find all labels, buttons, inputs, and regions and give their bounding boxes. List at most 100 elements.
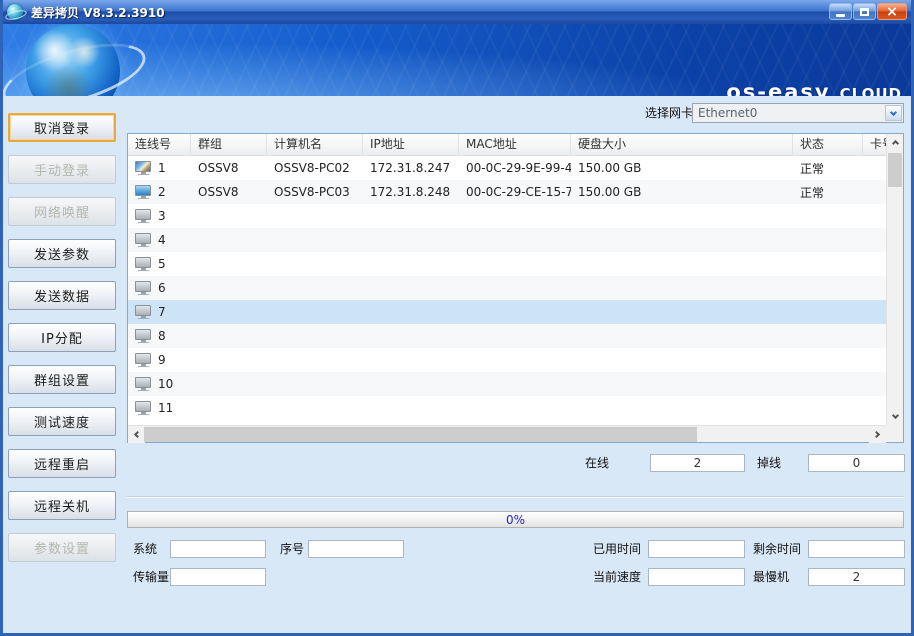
- cell-mac: [459, 372, 571, 396]
- cell-computer: [267, 252, 363, 276]
- serial-field[interactable]: [308, 540, 404, 558]
- scrollbar-corner: [886, 425, 903, 442]
- sidebar-button-10[interactable]: 远程关机: [8, 491, 116, 520]
- cell-mac: 00-0C-29-CE-15-79: [459, 180, 571, 204]
- dropdown-arrow-icon[interactable]: [885, 105, 902, 121]
- table-row-10[interactable]: 10: [128, 372, 886, 396]
- cell-disk: [571, 204, 793, 228]
- sidebar-button-4[interactable]: 发送参数: [8, 239, 116, 268]
- slowest-machine-field[interactable]: [808, 568, 905, 586]
- table-row-8[interactable]: 8: [128, 324, 886, 348]
- sidebar-button-3[interactable]: 网络唤醒: [8, 197, 116, 226]
- cell-mac: [459, 252, 571, 276]
- column-header-ip[interactable]: IP地址: [363, 134, 459, 155]
- nic-select[interactable]: Ethernet0: [692, 103, 904, 123]
- cell-status: [793, 204, 863, 228]
- cell-computer: OSSV8-PC02: [267, 156, 363, 180]
- cell-ip: [363, 228, 459, 252]
- computer-icon: [135, 329, 152, 343]
- table-row-2[interactable]: 2OSSV8OSSV8-PC03172.31.8.24800-0C-29-CE-…: [128, 180, 886, 204]
- sidebar-button-7[interactable]: 群组设置: [8, 365, 116, 394]
- cell-no: 3: [128, 204, 191, 228]
- horizontal-scrollbar[interactable]: [128, 425, 886, 442]
- table-row-9[interactable]: 9: [128, 348, 886, 372]
- sidebar-button-6[interactable]: IP分配: [8, 323, 116, 352]
- cell-card: [863, 372, 886, 396]
- title-bar[interactable]: 差异拷贝 V8.3.2.3910 ×: [0, 0, 914, 24]
- cell-card: [863, 252, 886, 276]
- table-row-1[interactable]: 1OSSV8OSSV8-PC02172.31.8.24700-0C-29-9E-…: [128, 156, 886, 180]
- cell-status: [793, 372, 863, 396]
- cell-disk: 150.00 GB: [571, 180, 793, 204]
- cell-group: [191, 372, 267, 396]
- sidebar-button-11[interactable]: 参数设置: [8, 533, 116, 562]
- cell-status: [793, 228, 863, 252]
- system-field[interactable]: [170, 540, 266, 558]
- cell-group: OSSV8: [191, 156, 267, 180]
- online-count-field[interactable]: [650, 454, 745, 472]
- table-row-4[interactable]: 4: [128, 228, 886, 252]
- cell-ip: [363, 324, 459, 348]
- brand-logo: os-easy CLOUD: [726, 80, 902, 96]
- computer-icon: [135, 353, 152, 367]
- cell-status: [793, 276, 863, 300]
- cell-card: [863, 228, 886, 252]
- sidebar-button-5[interactable]: 发送数据: [8, 281, 116, 310]
- table-row-3[interactable]: 3: [128, 204, 886, 228]
- maximize-icon: [860, 8, 869, 16]
- cell-card: [863, 180, 886, 204]
- table-row-6[interactable]: 6: [128, 276, 886, 300]
- sidebar-button-8[interactable]: 测试速度: [8, 407, 116, 436]
- column-header-disk[interactable]: 硬盘大小: [571, 134, 793, 155]
- scroll-left-button[interactable]: [128, 426, 145, 443]
- offline-label: 掉线: [757, 454, 781, 472]
- cell-group: [191, 228, 267, 252]
- cell-mac: 00-0C-29-9E-99-45: [459, 156, 571, 180]
- remaining-time-field[interactable]: [808, 540, 905, 558]
- current-speed-field[interactable]: [648, 568, 745, 586]
- column-header-computer[interactable]: 计算机名: [267, 134, 363, 155]
- column-header-group[interactable]: 群组: [191, 134, 267, 155]
- cell-mac: [459, 324, 571, 348]
- cell-computer: [267, 276, 363, 300]
- computer-icon: [135, 281, 152, 295]
- cell-no: 7: [128, 300, 191, 324]
- vertical-scroll-thumb[interactable]: [888, 153, 902, 187]
- offline-count-field[interactable]: [808, 454, 905, 472]
- column-header-mac[interactable]: MAC地址: [459, 134, 571, 155]
- elapsed-time-label: 已用时间: [593, 540, 641, 558]
- maximize-button[interactable]: [853, 3, 876, 20]
- cell-disk: [571, 252, 793, 276]
- remaining-time-label: 剩余时间: [753, 540, 801, 558]
- minimize-button[interactable]: [829, 3, 852, 20]
- table-row-5[interactable]: 5: [128, 252, 886, 276]
- sidebar-button-2[interactable]: 手动登录: [8, 155, 116, 184]
- cell-card: [863, 300, 886, 324]
- sidebar-button-1[interactable]: 取消登录: [8, 113, 116, 142]
- table-row-11[interactable]: 11: [128, 396, 886, 420]
- cell-status: [793, 252, 863, 276]
- scroll-up-button[interactable]: [887, 134, 903, 151]
- cell-disk: [571, 396, 793, 420]
- cell-mac: [459, 276, 571, 300]
- vertical-scrollbar[interactable]: [886, 134, 903, 425]
- cell-ip: [363, 204, 459, 228]
- column-header-card[interactable]: 卡号: [863, 134, 886, 155]
- cell-computer: OSSV8-PC03: [267, 180, 363, 204]
- transfer-field[interactable]: [170, 568, 266, 586]
- scroll-down-button[interactable]: [887, 408, 903, 425]
- column-header-no[interactable]: 连线号: [128, 134, 191, 155]
- brand-suffix: CLOUD: [840, 85, 902, 96]
- scroll-right-button[interactable]: [869, 426, 886, 443]
- cell-group: [191, 300, 267, 324]
- cell-no: 4: [128, 228, 191, 252]
- nic-label: 选择网卡: [645, 104, 693, 122]
- sidebar-button-9[interactable]: 远程重启: [8, 449, 116, 478]
- horizontal-scroll-thumb[interactable]: [144, 427, 697, 442]
- cell-status: [793, 396, 863, 420]
- table-row-7[interactable]: 7: [128, 300, 886, 324]
- close-button[interactable]: ×: [877, 3, 907, 20]
- column-header-status[interactable]: 状态: [793, 134, 863, 155]
- cell-mac: [459, 300, 571, 324]
- elapsed-time-field[interactable]: [648, 540, 745, 558]
